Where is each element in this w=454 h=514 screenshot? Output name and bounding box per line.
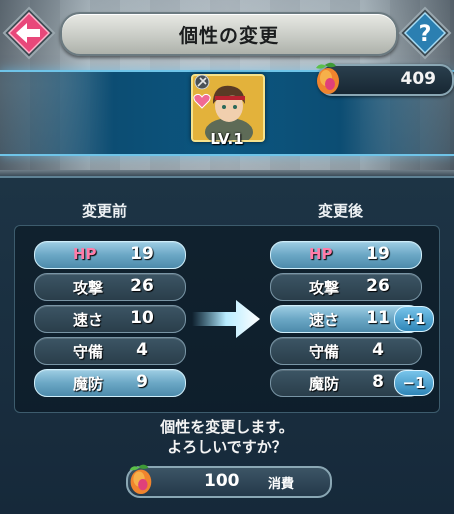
stat-name: 魔防: [73, 375, 104, 393]
res-delta-badge: −1: [394, 370, 434, 396]
back-arrow-icon[interactable]: [2, 6, 56, 60]
orb-icon: [316, 62, 339, 94]
before-stat-hp: HP 19: [34, 241, 186, 269]
spd-delta-badge: +1: [394, 306, 434, 332]
favorite-heart-icon: [193, 93, 211, 109]
before-stat-def: 守備 4: [34, 337, 186, 365]
unit-level: LV.1: [210, 130, 244, 148]
after-stat-def: 守備 4: [270, 337, 422, 365]
stat-name: 守備: [73, 343, 104, 361]
stat-value: 9: [136, 372, 148, 392]
after-header: 変更後: [318, 202, 364, 220]
stat-value: 10: [130, 308, 154, 328]
help-label: ?: [419, 22, 432, 47]
stat-name: 攻撃: [309, 279, 340, 297]
cost-label: 消費: [268, 477, 295, 492]
cost-button[interactable]: 100 消費: [126, 466, 332, 498]
title-plate: 個性の変更: [60, 12, 398, 56]
page-title: 個性の変更: [178, 24, 279, 47]
stat-name: 速さ: [73, 311, 104, 329]
stat-value: 19: [366, 244, 390, 264]
stat-name: 速さ: [309, 311, 340, 329]
stat-name: 魔防: [309, 375, 340, 393]
right-arrow-icon: [192, 300, 260, 338]
weapon-type-icon: [194, 74, 210, 90]
help-question-icon[interactable]: ?: [398, 6, 452, 60]
stat-name: 守備: [309, 343, 340, 361]
stat-value: 8: [372, 372, 384, 392]
stat-name: 攻撃: [73, 279, 104, 297]
stat-value: 26: [366, 276, 390, 296]
stat-value: 26: [130, 276, 154, 296]
after-stat-hp: HP 19: [270, 241, 422, 269]
stat-value: 4: [136, 340, 148, 360]
stat-name: HP: [309, 245, 333, 263]
before-header: 変更前: [82, 202, 128, 220]
confirm-line-1: 個性を変更します。: [160, 418, 294, 436]
before-stat-spd: 速さ 10: [34, 305, 186, 333]
cost-value: 100: [204, 471, 240, 491]
stat-value: 19: [130, 244, 154, 264]
stat-value: 4: [372, 340, 384, 360]
orb-icon: [129, 464, 152, 495]
confirm-line-2: よろしいですか？: [167, 438, 287, 456]
stat-name: HP: [73, 245, 97, 263]
stat-value: 11: [366, 308, 390, 328]
before-stat-res: 魔防 9: [34, 369, 186, 397]
orb-count: 409: [400, 69, 437, 89]
after-stat-atk: 攻撃 26: [270, 273, 422, 301]
before-stat-atk: 攻撃 26: [34, 273, 186, 301]
